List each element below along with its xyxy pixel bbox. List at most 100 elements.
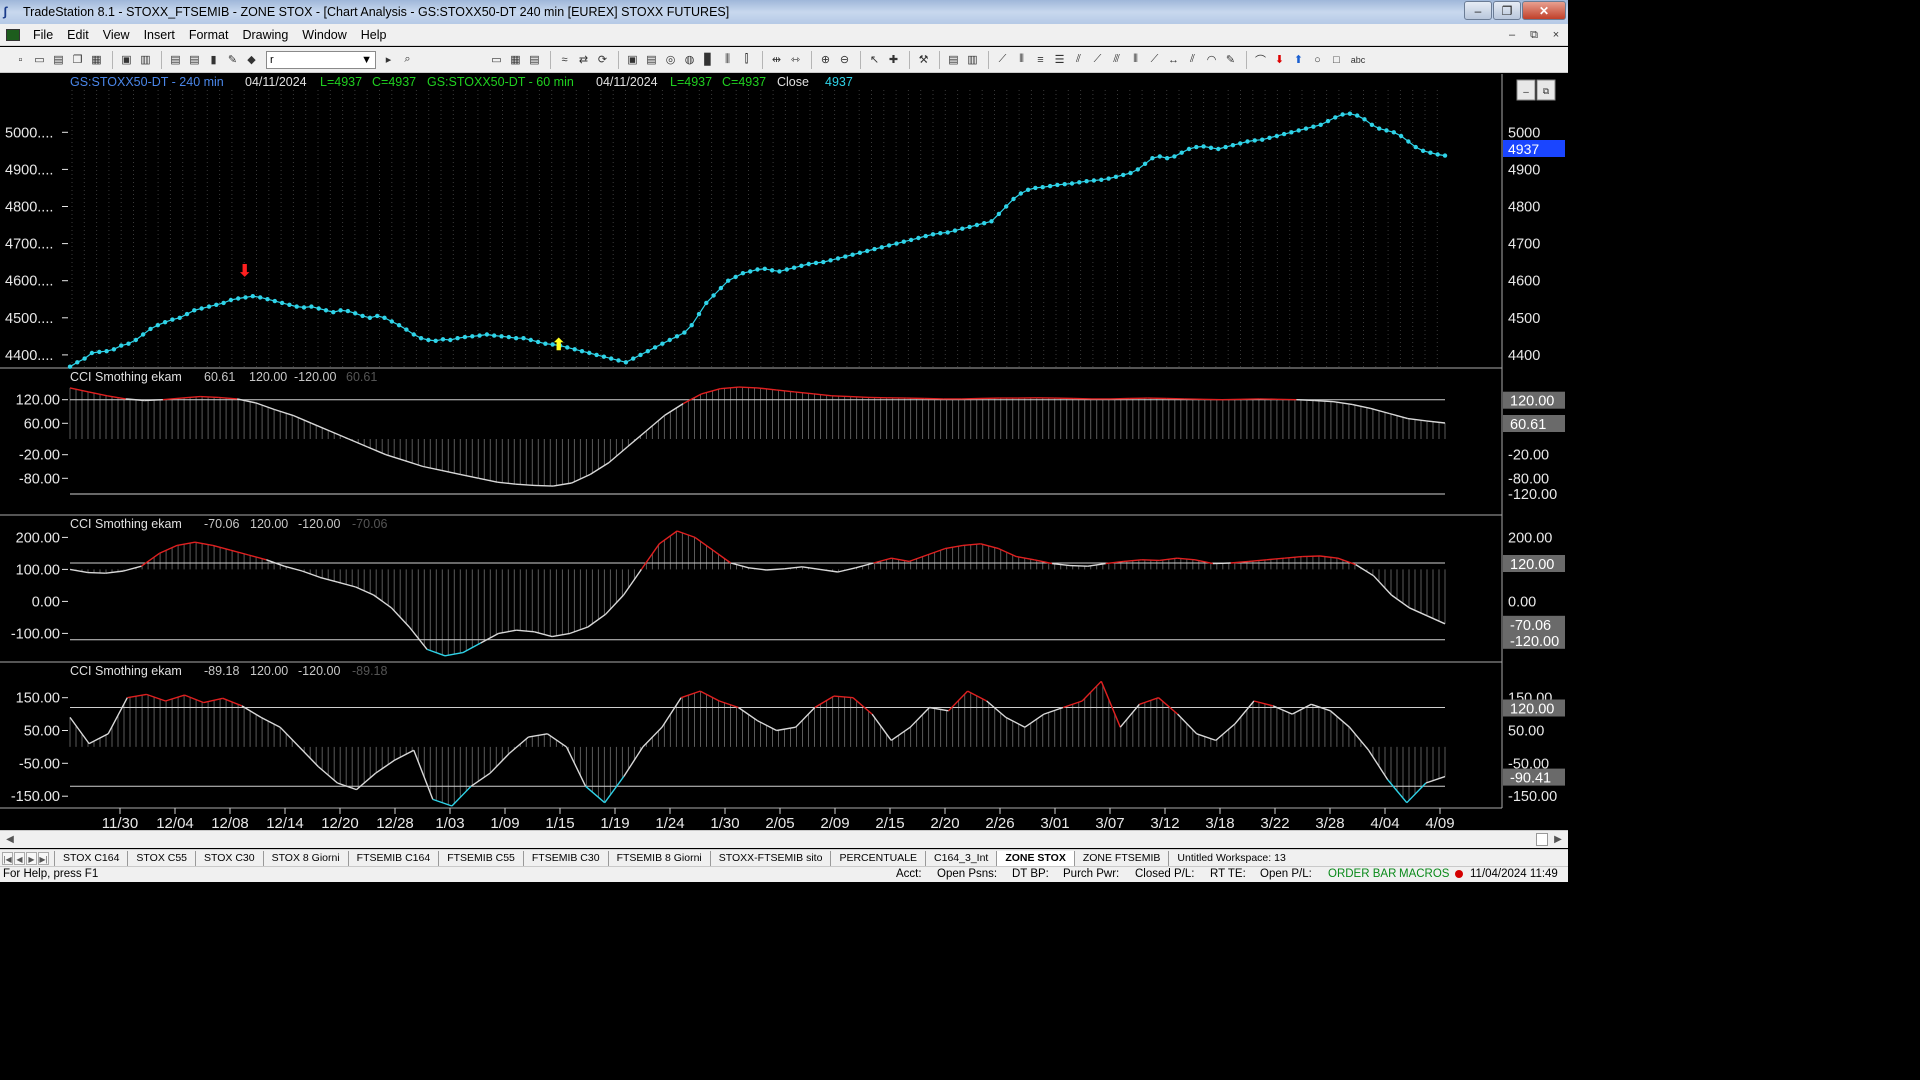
strategy-icon[interactable]: ⇄ (575, 51, 592, 68)
bars-icon[interactable]: ⫼ (719, 51, 736, 68)
find-icon[interactable]: ⌕ (399, 51, 416, 68)
scale-icon[interactable]: ⫿ (738, 51, 755, 68)
grid-icon[interactable]: ▦ (507, 51, 524, 68)
globe-icon[interactable]: ◎ (662, 51, 679, 68)
arrow-up-icon[interactable]: ⬆ (1290, 51, 1307, 68)
minimize-button[interactable]: ‒ (1464, 1, 1492, 20)
format-window-icon[interactable]: ▤ (186, 51, 203, 68)
mdi-minimize-button[interactable]: – (1504, 27, 1520, 43)
window-icon[interactable]: ▭ (488, 51, 505, 68)
tab-stox-8-giorni[interactable]: STOX 8 Giorni (262, 850, 348, 866)
speed-lines-icon[interactable]: ⫽ (1070, 51, 1087, 68)
maximize-button[interactable]: ❐ (1493, 1, 1521, 20)
radar-icon[interactable]: ◍ (681, 51, 698, 68)
pointer-icon[interactable]: ↖ (866, 51, 883, 68)
play-icon[interactable]: ▸ (380, 51, 397, 68)
fib-fan-icon[interactable]: ⟋ (1089, 51, 1106, 68)
tab-nav-prev[interactable]: ◀ (14, 851, 25, 865)
crosshair-icon[interactable]: ✚ (885, 51, 902, 68)
cci-pane-2[interactable]: 200.00 100.00 0.00 -100.00 200.00 0.00 (11, 530, 1553, 657)
tab-stox-c30[interactable]: STOX C30 (195, 850, 263, 866)
expand-icon[interactable]: ⇹ (768, 51, 785, 68)
menu-window[interactable]: Window (295, 28, 353, 42)
chart-document-icon[interactable] (6, 28, 20, 41)
layout-icon[interactable]: ▤ (526, 51, 543, 68)
tab-nav-last[interactable]: ▶| (38, 851, 49, 865)
tab-ftsemib-c55[interactable]: FTSEMIB C55 (438, 850, 523, 866)
trendline-icon[interactable]: ⟋ (994, 51, 1011, 68)
paste-icon[interactable]: ▦ (88, 51, 105, 68)
menu-insert[interactable]: Insert (137, 28, 182, 42)
cci-pane-3[interactable]: 150.0050.00-50.00-150.00150.0050.00-50.0… (11, 680, 1557, 807)
tab-percentuale[interactable]: PERCENTUALE (830, 850, 925, 866)
menu-help[interactable]: Help (354, 28, 394, 42)
tab-nav-next[interactable]: ▶ (26, 851, 37, 865)
menu-file[interactable]: File (26, 28, 60, 42)
compress-icon[interactable]: ⇿ (787, 51, 804, 68)
properties-icon[interactable]: ▥ (964, 51, 981, 68)
curve-icon[interactable]: ⌒ (1252, 51, 1269, 68)
scroll-left-button[interactable]: ◀ (2, 832, 18, 847)
menu-drawing[interactable]: Drawing (235, 28, 295, 42)
gann-fan-icon[interactable]: ⟋ (1146, 51, 1163, 68)
pencil-icon[interactable]: ✎ (1222, 51, 1239, 68)
width-icon[interactable]: ↔ (1165, 51, 1182, 68)
tab-ftsemib-c30[interactable]: FTSEMIB C30 (522, 850, 608, 866)
symbol-select[interactable]: r ▼ (266, 50, 376, 69)
vertical-lines-icon[interactable]: ⦀ (1013, 51, 1030, 68)
menu-edit[interactable]: Edit (60, 28, 96, 42)
scroll-thumb[interactable] (1536, 833, 1548, 846)
order-bar-link[interactable]: ORDER BAR (1328, 868, 1396, 880)
insert-icon[interactable]: ▤ (945, 51, 962, 68)
tab-untitled-workspace[interactable]: Untitled Workspace: 13 (1168, 850, 1293, 866)
news-icon[interactable]: ▤ (643, 51, 660, 68)
tab-zone-stox[interactable]: ZONE STOX (996, 850, 1074, 866)
zoom-in-icon[interactable]: ⊕ (817, 51, 834, 68)
tab-stoxx-ftsemib-sito[interactable]: STOXX-FTSEMIB sito (709, 850, 831, 866)
print-preview-icon[interactable]: ▥ (137, 51, 154, 68)
macro-icon[interactable]: ◆ (243, 51, 260, 68)
scroll-right-button[interactable]: ▶ (1550, 832, 1566, 847)
tab-nav-first[interactable]: |◀ (2, 851, 13, 865)
arc-icon[interactable]: ◠ (1203, 51, 1220, 68)
macros-link[interactable]: MACROS (1399, 868, 1449, 880)
tab-ftsemib-c164[interactable]: FTSEMIB C164 (347, 850, 439, 866)
print-icon[interactable]: ▣ (118, 51, 135, 68)
zoom-out-icon[interactable]: ⊖ (836, 51, 853, 68)
channel-icon[interactable]: ⫽ (1184, 51, 1201, 68)
wrench-icon[interactable]: ⚒ (915, 51, 932, 68)
mdi-close-button[interactable]: × (1548, 27, 1564, 43)
chart-area[interactable]: 5000.... 4900.... 4800.... 4700.... 4600....… (0, 74, 1568, 832)
new-icon[interactable]: ▫ (12, 51, 29, 68)
refresh-icon[interactable]: ⟳ (594, 51, 611, 68)
horizontal-scrollbar[interactable]: ◀ ▶ (0, 830, 1568, 848)
mdi-restore-button[interactable]: ⧉ (1526, 27, 1542, 43)
tab-stox-c164[interactable]: STOX C164 (54, 850, 127, 866)
format-icon[interactable]: ▤ (167, 51, 184, 68)
link-icon[interactable]: ▣ (624, 51, 641, 68)
tools-icon[interactable]: ✎ (224, 51, 241, 68)
indicator-icon[interactable]: ≈ (556, 51, 573, 68)
tab-c164-3-int[interactable]: C164_3_Int (925, 850, 996, 866)
open-icon[interactable]: ▭ (31, 51, 48, 68)
percent-lines-icon[interactable]: ☰ (1051, 51, 1068, 68)
chart-icon[interactable]: ▊ (700, 51, 717, 68)
save-icon[interactable]: ▤ (50, 51, 67, 68)
text-tool-icon[interactable]: abc (1347, 51, 1369, 68)
lock-icon[interactable]: ▮ (205, 51, 222, 68)
tab-zone-ftsemib[interactable]: ZONE FTSEMIB (1073, 850, 1169, 866)
andrews-icon[interactable]: ⦀ (1127, 51, 1144, 68)
cci-pane-1[interactable]: 120.0060.00-20.00-80.00-20.00-80.00-120.… (16, 386, 1558, 503)
arrow-down-icon[interactable]: ⬇ (1271, 51, 1288, 68)
ellipse-icon[interactable]: ○ (1309, 51, 1326, 68)
copy-icon[interactable]: ❐ (69, 51, 86, 68)
horizontal-line-icon[interactable]: ≡ (1032, 51, 1049, 68)
rectangle-icon[interactable]: □ (1328, 51, 1345, 68)
chart-canvas[interactable]: 5000.... 4900.... 4800.... 4700.... 4600....… (0, 74, 1568, 832)
menu-format[interactable]: Format (182, 28, 236, 42)
fib-icon[interactable]: ⫻ (1108, 51, 1125, 68)
menu-view[interactable]: View (96, 28, 137, 42)
tab-stox-c55[interactable]: STOX C55 (127, 850, 195, 866)
tab-ftsemib-8-giorni[interactable]: FTSEMIB 8 Giorni (607, 850, 710, 866)
close-button[interactable]: ✕ (1522, 1, 1566, 20)
